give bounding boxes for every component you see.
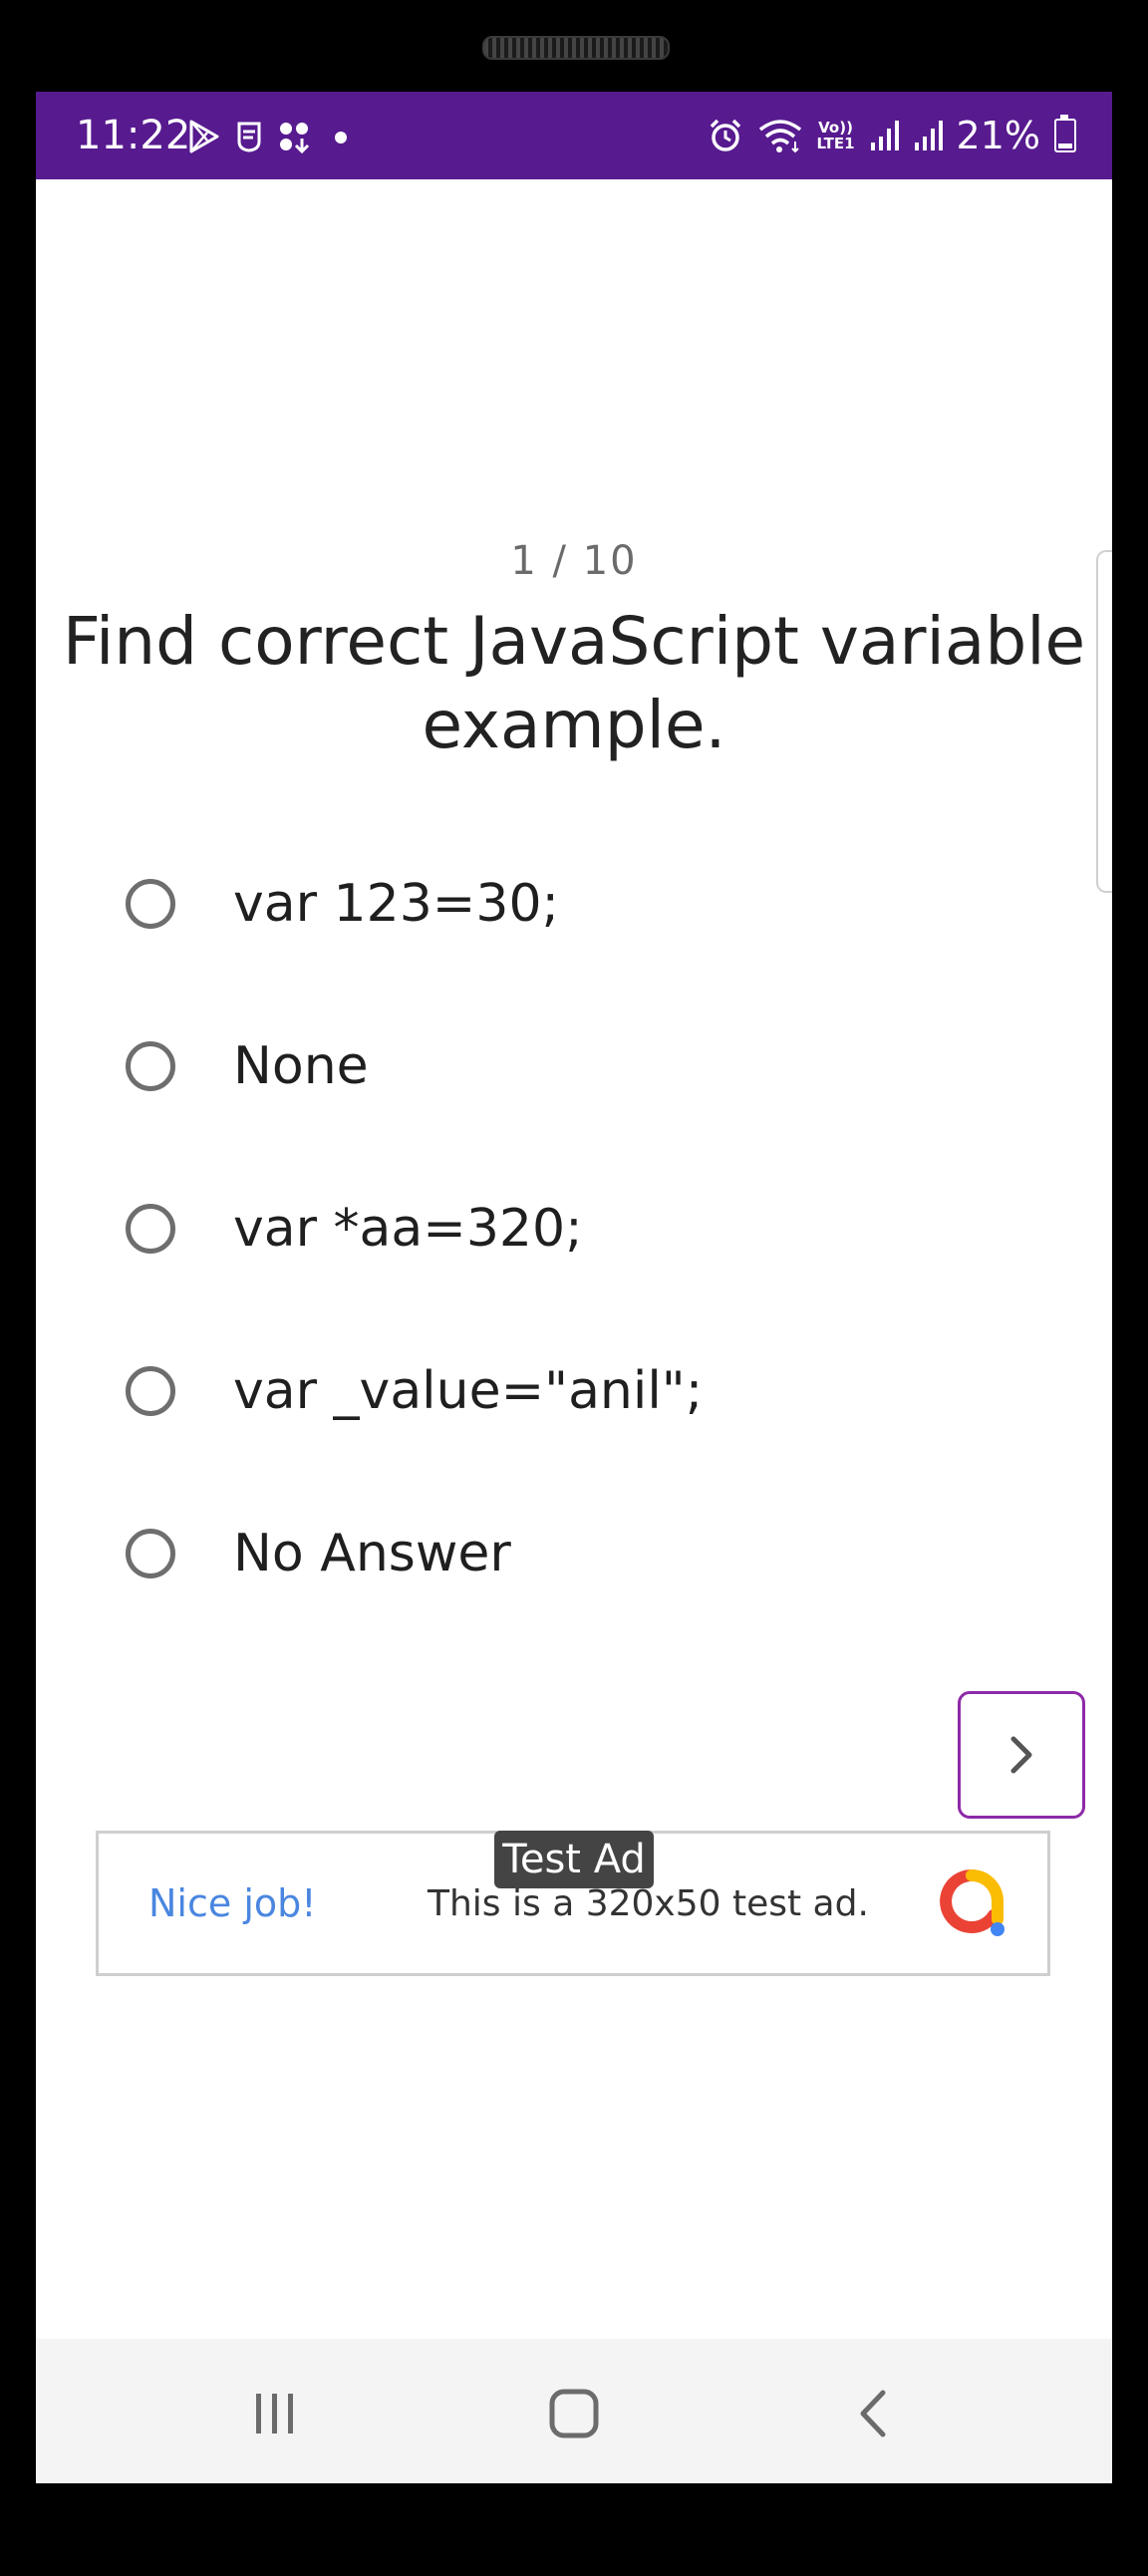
battery-icon: [1054, 115, 1076, 152]
ad-logo-icon: [940, 1869, 1004, 1936]
radio-button[interactable]: [126, 1204, 175, 1254]
home-button[interactable]: [544, 2384, 604, 2443]
question-text: Find correct JavaScript variable example…: [62, 603, 1086, 763]
dot-icon: [335, 132, 347, 143]
option-4[interactable]: var _value="anil";: [126, 1346, 703, 1436]
option-2[interactable]: None: [126, 1021, 369, 1111]
option-label: var *aa=320;: [233, 1199, 583, 1259]
radio-button[interactable]: [126, 1529, 175, 1578]
status-right-icons: Vo)) LTE1 21%: [708, 108, 1076, 163]
ad-headline: Nice job!: [148, 1881, 317, 1925]
alarm-icon: [710, 119, 740, 151]
option-label: var 123=30;: [233, 874, 560, 934]
recent-apps-button[interactable]: [245, 2384, 305, 2443]
question-counter: 1 / 10: [510, 538, 638, 584]
battery-level-fill: [1058, 143, 1072, 148]
status-time: 11:22: [76, 113, 191, 158]
radio-button[interactable]: [126, 1041, 175, 1091]
option-label: var _value="anil";: [233, 1361, 704, 1421]
radio-button[interactable]: [126, 1366, 175, 1416]
radio-button[interactable]: [126, 879, 175, 929]
mask-icon: [237, 122, 261, 152]
status-bar: 11:22 Vo)) LTE1 21%: [36, 92, 1112, 179]
volte-icon: Vo)) LTE1: [816, 119, 855, 152]
speaker-grille: [482, 36, 670, 60]
apps-icon: [280, 123, 310, 153]
ad-text: This is a 320x50 test ad.: [428, 1883, 869, 1924]
signal-icon: [870, 121, 899, 150]
play-store-icon: [189, 120, 219, 153]
battery-percentage: 21%: [956, 114, 1040, 157]
next-button[interactable]: [958, 1691, 1085, 1819]
option-label: No Answer: [233, 1524, 511, 1583]
navigation-bar: [36, 2339, 1112, 2483]
option-label: None: [233, 1036, 369, 1096]
option-5[interactable]: No Answer: [126, 1509, 511, 1598]
option-1[interactable]: var 123=30;: [126, 859, 559, 949]
test-ad-label: Test Ad: [494, 1831, 654, 1888]
home-icon: [549, 2389, 599, 2438]
phone-frame: 11:22 Vo)) LTE1 21% 1 / 10 Find correct …: [0, 0, 1148, 2576]
scroll-indicator: [1096, 550, 1112, 893]
back-icon: [860, 2390, 886, 2437]
signal-icon: [914, 121, 943, 150]
recent-apps-icon: [256, 2394, 293, 2433]
back-button[interactable]: [843, 2384, 903, 2443]
status-left-icons: [187, 110, 355, 163]
screen: 11:22 Vo)) LTE1 21% 1 / 10 Find correct …: [36, 92, 1112, 2483]
wifi-icon: [758, 120, 801, 153]
option-3[interactable]: var *aa=320;: [126, 1184, 583, 1274]
chevron-right-icon: [1010, 1736, 1032, 1774]
